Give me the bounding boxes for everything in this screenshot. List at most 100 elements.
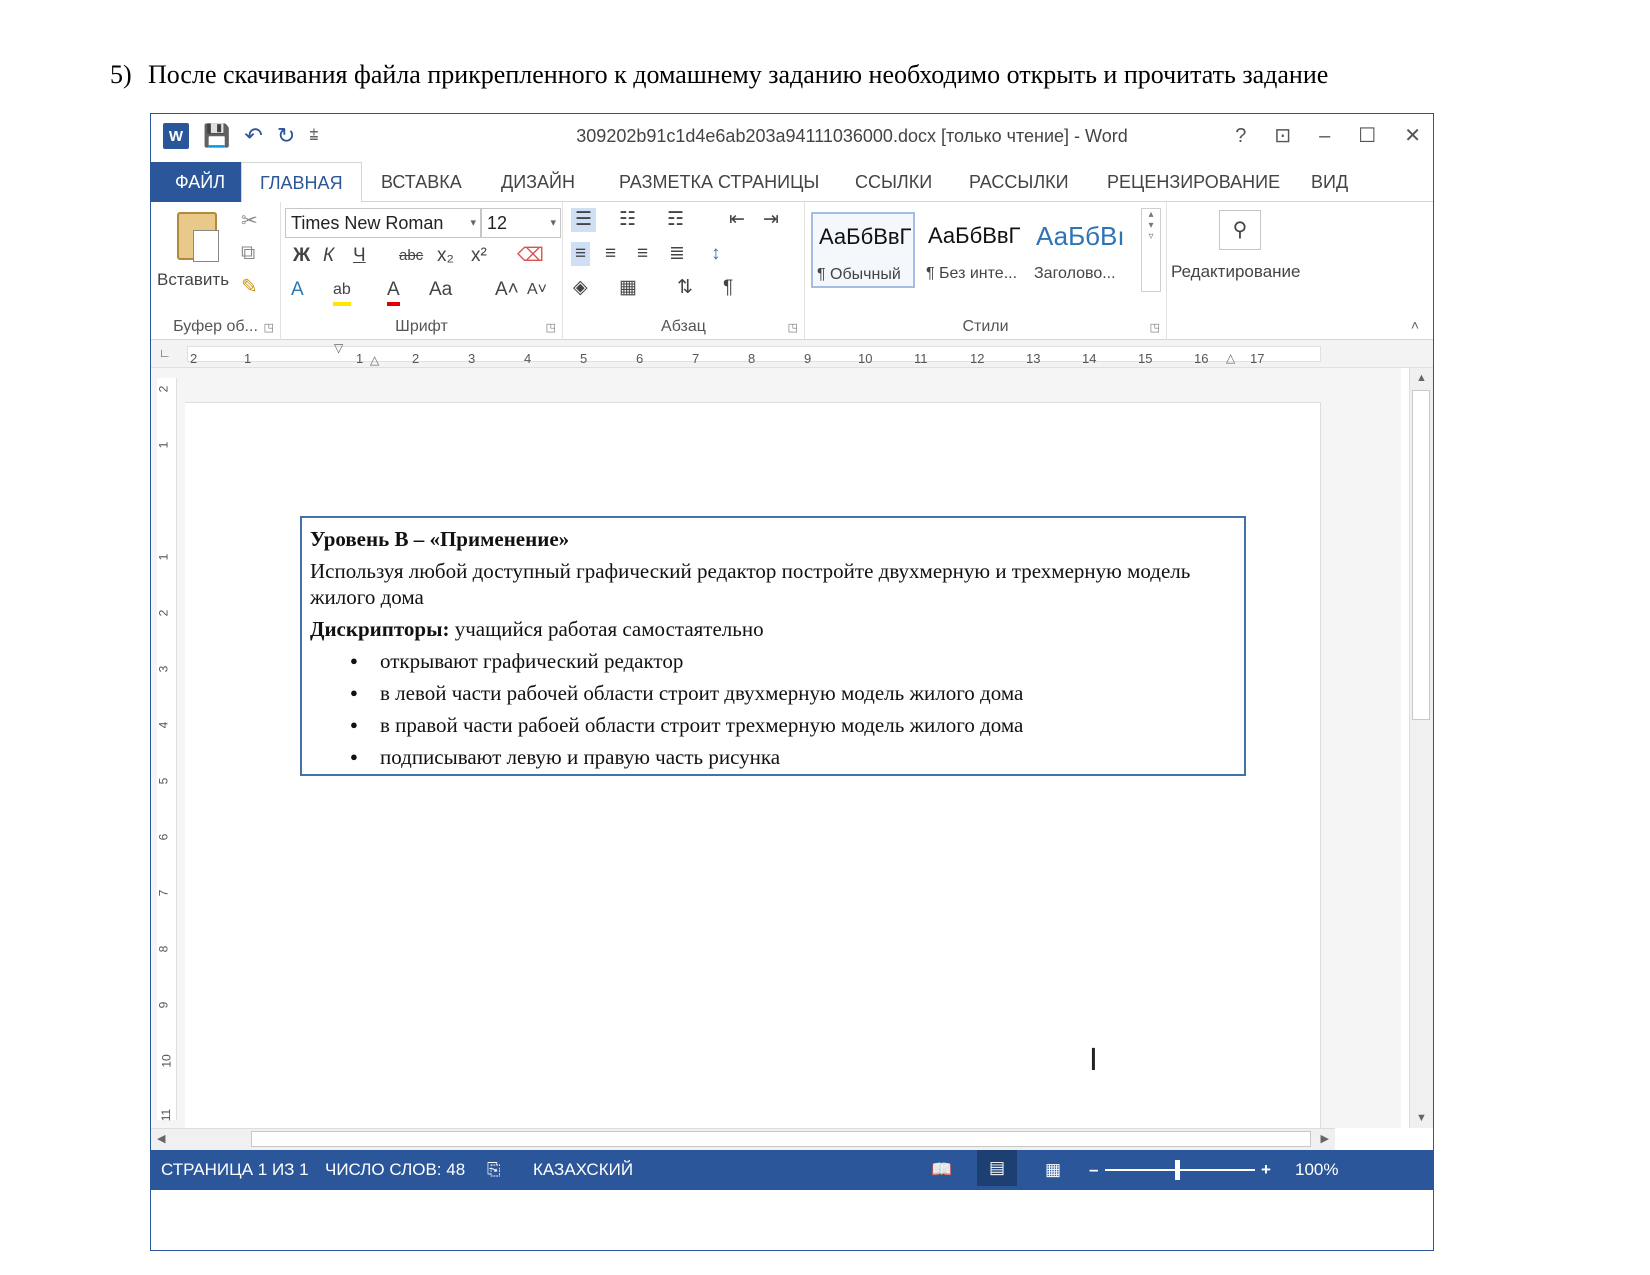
web-layout-icon[interactable]: ▦ [1045, 1160, 1061, 1180]
descriptor-list: открывают графический редактор в левой ч… [310, 648, 1236, 770]
tab-review[interactable]: РЕЦЕНЗИРОВАНИЕ [1089, 162, 1298, 202]
scroll-down-icon[interactable]: ▼ [1416, 1112, 1427, 1124]
proofing-icon[interactable]: ⎘ [487, 1160, 501, 1180]
bold-button[interactable]: Ж [293, 244, 310, 268]
maximize-button[interactable]: ☐ [1358, 122, 1376, 150]
horizontal-scroll-thumb[interactable] [251, 1131, 1311, 1147]
tab-layout[interactable]: РАЗМЕТКА СТРАНИЦЫ [601, 162, 837, 202]
language-indicator[interactable]: КАЗАХСКИЙ [533, 1160, 633, 1180]
chevron-down-icon[interactable]: ▾ [550, 209, 556, 237]
caption-number: 5) [110, 60, 132, 89]
font-color-button[interactable]: A [387, 278, 400, 306]
styles-scroll[interactable]: ▴ ▾ ▿ [1141, 208, 1161, 292]
zoom-slider[interactable] [1105, 1169, 1255, 1171]
tab-insert[interactable]: ВСТАВКА [363, 162, 480, 202]
format-painter-icon[interactable]: ✎ [241, 274, 258, 299]
word-count[interactable]: ЧИСЛО СЛОВ: 48 [325, 1160, 465, 1180]
descriptors-text: учащийся работая самостаятельно [449, 617, 764, 641]
ruler-number: 4 [524, 351, 532, 366]
show-formatting-button[interactable]: ¶ [723, 276, 733, 300]
tab-references[interactable]: ССЫЛКИ [837, 162, 950, 202]
collapse-ribbon-icon[interactable]: ˄ [1411, 317, 1419, 333]
font-name-box[interactable]: Times New Roman ▾ [285, 208, 481, 238]
tab-design[interactable]: ДИЗАЙН [483, 162, 593, 202]
clear-formatting-icon[interactable]: ⌫ [517, 244, 544, 268]
zoom-level[interactable]: 100% [1295, 1160, 1338, 1180]
bullets-icon[interactable]: ☰ [571, 208, 597, 232]
chevron-down-icon[interactable]: ▾ [470, 209, 476, 237]
grow-font-button[interactable]: A˄ [495, 278, 519, 302]
font-launcher-icon[interactable]: ◳ [546, 321, 556, 334]
align-center-icon[interactable]: ≡ [605, 242, 616, 266]
numbering-icon[interactable]: ☷ [619, 208, 636, 232]
window-controls: ? ⊡ – ☐ ✕ [1235, 122, 1421, 150]
horizontal-scrollbar[interactable]: ◀ ▶ [151, 1128, 1335, 1150]
shrink-font-button[interactable]: A˅ [527, 278, 547, 302]
paragraph-launcher-icon[interactable]: ◳ [788, 321, 798, 334]
scroll-left-icon[interactable]: ◀ [157, 1132, 165, 1145]
highlight-button[interactable]: ab [333, 278, 351, 306]
close-button[interactable]: ✕ [1404, 122, 1421, 150]
tab-selector-icon[interactable]: ∟ [159, 346, 171, 360]
text-effects-button[interactable]: A [291, 278, 304, 302]
align-left-icon[interactable]: ≡ [571, 242, 591, 266]
zoom-out-button[interactable]: – [1089, 1160, 1098, 1180]
font-size-box[interactable]: 12 ▾ [481, 208, 561, 238]
copy-icon[interactable]: ⧉ [241, 242, 255, 265]
superscript-button[interactable]: x² [471, 244, 487, 268]
style-normal[interactable]: АаБбВвГ ¶ Обычный [811, 212, 915, 288]
cut-icon[interactable]: ✂ [241, 208, 258, 233]
task-text: Используя любой доступный графический ре… [310, 559, 1191, 609]
subscript-button[interactable]: x₂ [437, 244, 454, 268]
vertical-scrollbar[interactable]: ▲ ▼ [1409, 368, 1433, 1128]
ruler-number: 11 [914, 351, 928, 366]
align-right-icon[interactable]: ≡ [637, 242, 648, 266]
tab-home[interactable]: ГЛАВНАЯ [241, 162, 362, 203]
minimize-button[interactable]: – [1319, 122, 1330, 150]
italic-button[interactable]: К [323, 244, 334, 268]
scroll-right-icon[interactable]: ▶ [1321, 1132, 1329, 1145]
scroll-up-icon[interactable]: ▲ [1416, 372, 1427, 384]
vertical-scroll-thumb[interactable] [1412, 390, 1430, 720]
zoom-slider-handle[interactable] [1175, 1160, 1180, 1180]
clipboard-launcher-icon[interactable]: ◳ [264, 321, 274, 334]
underline-button[interactable]: Ч [353, 244, 366, 268]
page-indicator[interactable]: СТРАНИЦА 1 ИЗ 1 [161, 1160, 309, 1180]
read-mode-icon[interactable]: 📖 [931, 1160, 952, 1180]
styles-launcher-icon[interactable]: ◳ [1150, 321, 1160, 334]
text-cursor-icon: I [1089, 1043, 1098, 1078]
strikethrough-button[interactable]: abc [399, 244, 423, 268]
document-page[interactable]: Уровень В – «Применение» Используя любой… [185, 402, 1321, 1142]
tab-view[interactable]: ВИД [1293, 162, 1433, 202]
tab-mailings[interactable]: РАССЫЛКИ [951, 162, 1087, 202]
sort-icon[interactable]: ⇅ [677, 276, 693, 300]
change-case-button[interactable]: Aa [429, 278, 452, 302]
style-heading[interactable]: АаБбВı Заголово... [1029, 212, 1133, 288]
decrease-indent-icon[interactable]: ⇤ [729, 208, 745, 232]
increase-indent-icon[interactable]: ⇥ [763, 208, 779, 232]
zoom-in-button[interactable]: + [1261, 1160, 1271, 1180]
clipboard-group-label: Буфер об... [173, 318, 258, 335]
ruler-bar[interactable]: 2 1 1 2 3 4 5 6 7 8 9 10 11 12 13 14 15 … [187, 341, 1321, 367]
ribbon: Вставить ✂ ⧉ ✎ Буфер об... ◳ Times New R… [151, 202, 1433, 340]
right-indent-marker[interactable]: △ [1226, 351, 1235, 365]
style-no-spacing[interactable]: АаБбВвГ ¶ Без инте... [921, 212, 1025, 288]
ruler-number: 7 [692, 351, 700, 366]
tab-file[interactable]: ФАЙЛ [151, 162, 250, 202]
first-line-indent-marker[interactable]: ▽ [334, 341, 343, 355]
paste-button[interactable]: Вставить [157, 270, 229, 290]
ribbon-options-button[interactable]: ⊡ [1274, 122, 1291, 150]
left-indent-marker[interactable]: △ [370, 353, 379, 367]
print-layout-icon[interactable]: ▤ [977, 1150, 1018, 1186]
vruler-number: 3 [156, 665, 171, 673]
justify-icon[interactable]: ≣ [669, 242, 685, 266]
shading-icon[interactable]: ◈ [573, 276, 588, 300]
multilevel-list-icon[interactable]: ☶ [667, 208, 684, 232]
line-spacing-icon[interactable]: ↕ [711, 242, 721, 266]
help-button[interactable]: ? [1235, 122, 1246, 150]
borders-icon[interactable]: ▦ [619, 276, 637, 300]
list-item: подписывают левую и правую часть рисунка [350, 744, 1236, 770]
paste-icon[interactable] [177, 212, 219, 262]
editing-button[interactable]: Редактирование [1171, 262, 1301, 282]
binoculars-icon[interactable]: ⚲ [1219, 210, 1261, 250]
